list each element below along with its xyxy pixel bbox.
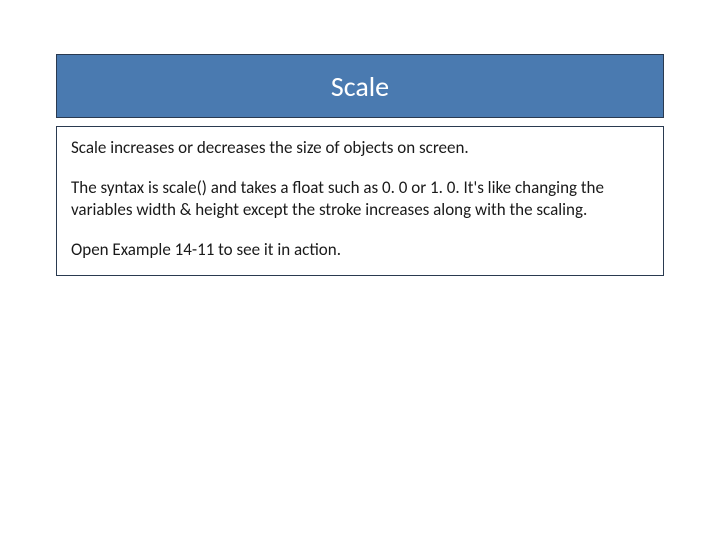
body-paragraph: Scale increases or decreases the size of… <box>71 137 649 159</box>
title-bar: Scale <box>56 54 664 118</box>
body-paragraph: The syntax is scale() and takes a float … <box>71 177 649 221</box>
slide-title: Scale <box>331 69 389 104</box>
body-paragraph: Open Example 14-11 to see it in action. <box>71 239 649 261</box>
content-box: Scale increases or decreases the size of… <box>56 126 664 276</box>
